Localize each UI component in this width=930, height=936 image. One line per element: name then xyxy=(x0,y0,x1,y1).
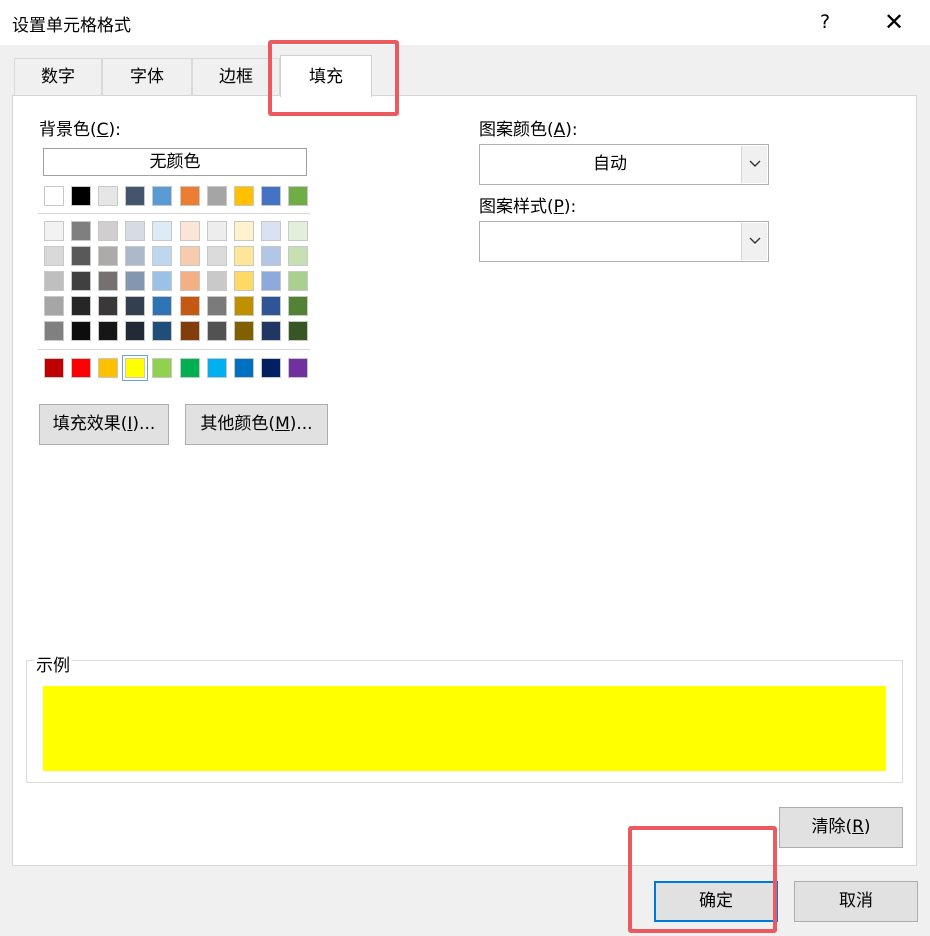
color-swatch[interactable] xyxy=(261,296,281,316)
color-swatch[interactable] xyxy=(180,358,200,378)
color-swatch[interactable] xyxy=(207,358,227,378)
color-swatch[interactable] xyxy=(180,321,200,341)
more-colors-button[interactable]: 其他颜色(M)... xyxy=(185,404,328,445)
color-swatch[interactable] xyxy=(288,358,308,378)
dialog-title: 设置单元格格式 xyxy=(12,16,131,36)
color-swatch[interactable] xyxy=(152,221,172,241)
color-swatch[interactable] xyxy=(152,271,172,291)
color-swatch[interactable] xyxy=(71,358,91,378)
color-swatch[interactable] xyxy=(288,321,308,341)
color-swatch[interactable] xyxy=(44,296,64,316)
close-button[interactable]: ✕ xyxy=(872,4,916,40)
color-swatch[interactable] xyxy=(98,358,118,378)
color-swatch[interactable] xyxy=(44,321,64,341)
color-swatch[interactable] xyxy=(261,186,281,206)
color-swatch[interactable] xyxy=(98,321,118,341)
color-swatch[interactable] xyxy=(180,296,200,316)
color-swatch[interactable] xyxy=(98,271,118,291)
color-swatch[interactable] xyxy=(125,296,145,316)
color-swatch[interactable] xyxy=(44,186,64,206)
color-swatch[interactable] xyxy=(261,246,281,266)
color-swatch[interactable] xyxy=(122,355,148,381)
color-swatch[interactable] xyxy=(71,246,91,266)
color-swatch[interactable] xyxy=(98,296,118,316)
color-swatch[interactable] xyxy=(234,221,254,241)
color-swatch[interactable] xyxy=(234,321,254,341)
color-swatch[interactable] xyxy=(152,186,172,206)
color-swatch[interactable] xyxy=(71,186,91,206)
color-swatch[interactable] xyxy=(288,271,308,291)
background-color-label: 背景色(C): xyxy=(39,120,121,140)
color-swatch[interactable] xyxy=(180,246,200,266)
tab-font[interactable]: 字体 xyxy=(102,58,192,96)
sample-label: 示例 xyxy=(34,651,72,676)
color-swatch[interactable] xyxy=(44,271,64,291)
color-swatch[interactable] xyxy=(180,186,200,206)
color-swatch[interactable] xyxy=(261,221,281,241)
color-swatch[interactable] xyxy=(125,321,145,341)
pattern-color-value: 自动 xyxy=(593,154,627,174)
color-swatch[interactable] xyxy=(44,246,64,266)
color-swatch[interactable] xyxy=(71,296,91,316)
pattern-color-select[interactable]: 自动 xyxy=(479,144,769,185)
ok-button[interactable]: 确定 xyxy=(654,881,778,922)
color-swatch[interactable] xyxy=(288,186,308,206)
color-swatch[interactable] xyxy=(207,221,227,241)
no-color-button[interactable]: 无颜色 xyxy=(43,148,307,176)
pattern-style-select[interactable] xyxy=(479,221,769,262)
color-swatch[interactable] xyxy=(207,186,227,206)
pattern-style-label: 图案样式(P): xyxy=(479,197,577,217)
clear-button[interactable]: 清除(R) xyxy=(779,807,903,848)
tab-fill[interactable]: 填充 xyxy=(280,55,372,97)
color-swatch[interactable] xyxy=(125,246,145,266)
color-swatch[interactable] xyxy=(98,186,118,206)
color-swatch[interactable] xyxy=(71,221,91,241)
color-swatch[interactable] xyxy=(288,296,308,316)
color-swatch[interactable] xyxy=(261,271,281,291)
color-swatch[interactable] xyxy=(125,186,145,206)
title-bar: 设置单元格格式 ? ✕ xyxy=(0,0,930,45)
color-swatch[interactable] xyxy=(152,321,172,341)
color-swatch[interactable] xyxy=(180,271,200,291)
color-swatch[interactable] xyxy=(234,296,254,316)
color-swatch[interactable] xyxy=(44,221,64,241)
color-swatch[interactable] xyxy=(125,221,145,241)
color-swatch[interactable] xyxy=(288,221,308,241)
color-swatch[interactable] xyxy=(152,296,172,316)
color-swatch[interactable] xyxy=(288,246,308,266)
color-swatch[interactable] xyxy=(207,246,227,266)
cancel-button[interactable]: 取消 xyxy=(794,881,918,922)
color-swatch[interactable] xyxy=(152,246,172,266)
palette-divider xyxy=(38,213,310,214)
color-swatch[interactable] xyxy=(71,271,91,291)
color-swatch[interactable] xyxy=(44,358,64,378)
color-swatch[interactable] xyxy=(98,221,118,241)
color-swatch[interactable] xyxy=(152,358,172,378)
color-swatch[interactable] xyxy=(261,321,281,341)
color-swatch[interactable] xyxy=(207,321,227,341)
chevron-down-icon[interactable] xyxy=(741,146,767,183)
color-swatch[interactable] xyxy=(261,358,281,378)
color-swatch[interactable] xyxy=(234,246,254,266)
fill-effects-button[interactable]: 填充效果(I)... xyxy=(39,404,169,445)
palette-divider xyxy=(38,349,310,350)
color-swatch[interactable] xyxy=(207,296,227,316)
color-swatch[interactable] xyxy=(180,221,200,241)
help-button[interactable]: ? xyxy=(806,4,844,40)
chevron-down-icon[interactable] xyxy=(741,223,767,260)
color-swatch[interactable] xyxy=(207,271,227,291)
color-swatch[interactable] xyxy=(71,321,91,341)
pattern-color-label: 图案颜色(A): xyxy=(479,120,578,140)
sample-preview xyxy=(43,686,886,771)
color-swatch[interactable] xyxy=(234,186,254,206)
tab-number[interactable]: 数字 xyxy=(14,58,102,96)
color-swatch[interactable] xyxy=(125,271,145,291)
color-swatch[interactable] xyxy=(234,358,254,378)
tab-border[interactable]: 边框 xyxy=(192,58,280,96)
color-swatch[interactable] xyxy=(234,271,254,291)
color-swatch[interactable] xyxy=(98,246,118,266)
